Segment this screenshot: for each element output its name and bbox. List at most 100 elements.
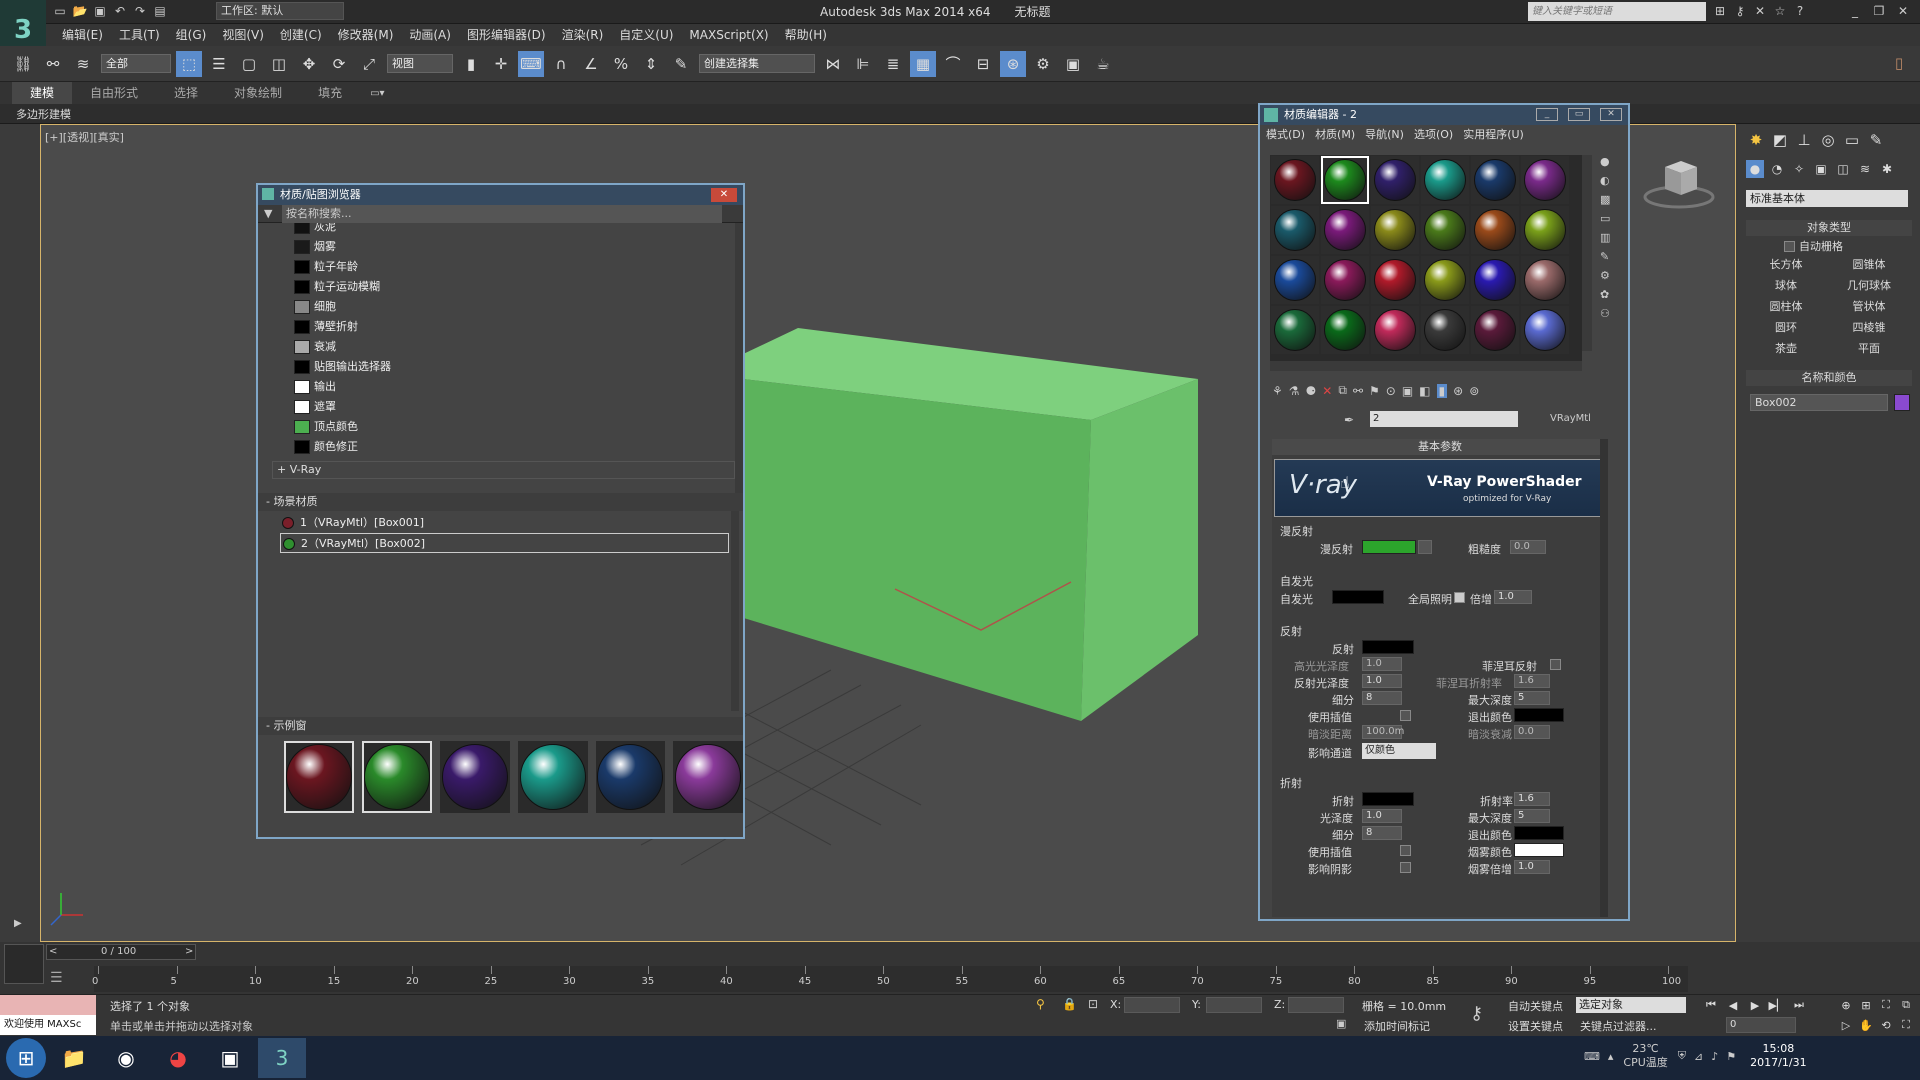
tray-arrow-icon[interactable]: ▴ (1608, 1050, 1614, 1063)
hilight-gloss-spinner[interactable]: 1.0 (1362, 657, 1402, 671)
affect-shadows-checkbox[interactable] (1400, 862, 1411, 873)
object-type-button[interactable]: 长方体 (1746, 256, 1826, 274)
menu-item[interactable]: 渲染(R) (554, 24, 612, 46)
menu-item[interactable]: 修改器(M) (330, 24, 402, 46)
material-slot[interactable] (1471, 156, 1519, 204)
video-color-check-icon[interactable]: ▥ (1600, 231, 1610, 244)
selection-filter-dropdown[interactable]: 全部 (101, 54, 171, 73)
pick-from-object-icon[interactable]: ⊚ (1469, 384, 1479, 398)
select-by-material-icon[interactable]: ✿ (1600, 288, 1610, 301)
dim-falloff-spinner[interactable]: 0.0 (1514, 725, 1550, 739)
params-scrollbar[interactable] (1600, 439, 1608, 917)
refract-swatch[interactable] (1362, 792, 1414, 806)
reset-material-icon[interactable]: ✕ (1322, 384, 1332, 398)
diffuse-map-button[interactable] (1418, 540, 1432, 554)
time-slider[interactable]: < 0 / 100 > (46, 944, 196, 960)
medit-close-icon[interactable]: ✕ (1600, 108, 1622, 121)
bind-space-warp-icon[interactable]: ≋ (70, 51, 96, 77)
goto-end-icon[interactable]: ⏭ (1789, 997, 1809, 1013)
map-list-item[interactable]: 贴图输出选择器 (286, 357, 735, 377)
material-slot[interactable] (1421, 156, 1469, 204)
keyboard-shortcut-icon[interactable]: ⌨ (518, 50, 544, 77)
track-bar[interactable]: 0 5 10 15 20 25 30 35 40 45 50 55 60 65 70 75 80 85 90 95 10… (92, 966, 1688, 992)
menu-item[interactable]: 动画(A) (401, 24, 459, 46)
material-slot[interactable] (1271, 206, 1319, 254)
edit-named-sets-icon[interactable]: ✎ (668, 51, 694, 77)
medit-minimize-icon[interactable]: _ (1536, 108, 1558, 121)
maxscript-listener-top[interactable] (0, 995, 96, 1015)
vray-group[interactable]: + V-Ray (272, 461, 735, 479)
max-depth-spinner[interactable]: 5 (1514, 691, 1550, 705)
named-selection-dropdown[interactable]: 创建选择集 (699, 54, 815, 73)
pan-icon[interactable]: ✋ (1857, 1017, 1875, 1033)
unlink-icon[interactable]: ⚯ (40, 51, 66, 77)
temperature-widget[interactable]: 23℃ CPU温度 (1623, 1042, 1667, 1070)
fresnel-checkbox[interactable] (1550, 659, 1561, 670)
material-slot[interactable] (1421, 206, 1469, 254)
undo-icon[interactable]: ↶ (110, 2, 130, 20)
clock[interactable]: 15:08 2017/1/31 (1750, 1042, 1806, 1070)
modify-tab-icon[interactable]: ◩ (1770, 130, 1790, 150)
material-slot[interactable] (1271, 156, 1319, 204)
material-slot[interactable] (1521, 306, 1569, 354)
menu-item[interactable]: 视图(V) (214, 24, 272, 46)
assign-to-selection-icon[interactable]: ⚈ (1306, 384, 1317, 398)
refract-exit-color-swatch[interactable] (1514, 826, 1564, 840)
set-key-icon[interactable]: ⚷ (1470, 1003, 1483, 1024)
material-slot[interactable] (1471, 206, 1519, 254)
current-frame-field[interactable]: 0 (1726, 1017, 1796, 1033)
refract-max-depth-spinner[interactable]: 5 (1514, 809, 1550, 823)
browser-sample-slot[interactable] (440, 741, 510, 813)
helpers-icon[interactable]: ◫ (1834, 160, 1852, 178)
copy-material-icon[interactable]: ⧉ (1338, 383, 1347, 398)
spacewarps-icon[interactable]: ≋ (1856, 160, 1874, 178)
hierarchy-tab-icon[interactable]: ⊥ (1794, 130, 1814, 150)
key-filters-button[interactable]: 关键点过滤器... (1580, 1018, 1657, 1034)
browser-titlebar[interactable]: 材质/贴图浏览器 ✕ (258, 185, 743, 205)
graphite-tools-icon[interactable]: ▦ (910, 50, 936, 77)
map-list-item[interactable]: 灰泥 (286, 223, 735, 237)
zoom-extents-icon[interactable]: ⛶ (1877, 997, 1895, 1013)
browser-sample-slot[interactable] (517, 741, 588, 813)
systems-icon[interactable]: ✱ (1878, 160, 1896, 178)
basic-params-rollout[interactable]: 基本参数 (1272, 439, 1608, 455)
cameras-icon[interactable]: ▣ (1812, 160, 1830, 178)
map-list-item[interactable]: 顶点颜色 (286, 417, 735, 437)
material-slot[interactable] (1321, 256, 1369, 304)
self-illum-swatch[interactable] (1332, 590, 1384, 604)
key-icon[interactable]: ⚷ (1730, 2, 1750, 20)
keyboard-tray-icon[interactable]: ⌨ (1584, 1050, 1600, 1063)
render-production-icon[interactable]: ☕ (1090, 51, 1116, 77)
show-end-result-icon[interactable]: ◧ (1419, 384, 1430, 398)
material-name-input[interactable]: 2 (1370, 411, 1518, 427)
slider-next-icon[interactable]: > (185, 946, 193, 957)
uv-tiling-icon[interactable]: ▭ (1600, 212, 1610, 225)
y-coord-field[interactable] (1206, 997, 1262, 1013)
browser-sample-slot[interactable] (673, 741, 743, 813)
ribbon-options-icon[interactable]: ▭▾ (370, 88, 384, 99)
material-slot[interactable] (1421, 256, 1469, 304)
pivot-icon[interactable]: ▮ (458, 51, 484, 77)
orbit-icon[interactable]: ⟲ (1877, 1017, 1895, 1033)
x-coord-field[interactable] (1124, 997, 1180, 1013)
menu-item[interactable]: 帮助(H) (777, 24, 835, 46)
menu-item[interactable]: 工具(T) (111, 24, 168, 46)
layer-manager-icon[interactable]: ≣ (880, 51, 906, 77)
object-color-swatch[interactable] (1894, 394, 1910, 411)
menu-item[interactable]: 创建(C) (272, 24, 330, 46)
object-type-button[interactable]: 四棱锥 (1829, 319, 1909, 337)
roughness-spinner[interactable]: 0.0 (1510, 540, 1546, 554)
make-preview-icon[interactable]: ✎ (1600, 250, 1610, 263)
obs-icon[interactable]: ◉ (102, 1038, 150, 1078)
help-icon[interactable]: ? (1790, 2, 1810, 20)
ribbon-subtitle[interactable]: 多边形建模 (16, 106, 71, 122)
object-type-button[interactable]: 平面 (1829, 340, 1909, 358)
browser-close-icon[interactable]: ✕ (711, 188, 737, 202)
schematic-view-icon[interactable]: ⊟ (970, 51, 996, 77)
next-frame-icon[interactable]: ▶▏ (1767, 997, 1787, 1013)
minicurve-icon[interactable] (4, 944, 44, 984)
medit-maximize-icon[interactable]: ▭ (1568, 108, 1590, 121)
new-file-icon[interactable]: ▭ (50, 2, 70, 20)
maximize-viewport-icon[interactable]: ⛶ (1897, 1017, 1915, 1033)
volume-icon[interactable]: ♪ (1711, 1050, 1718, 1063)
